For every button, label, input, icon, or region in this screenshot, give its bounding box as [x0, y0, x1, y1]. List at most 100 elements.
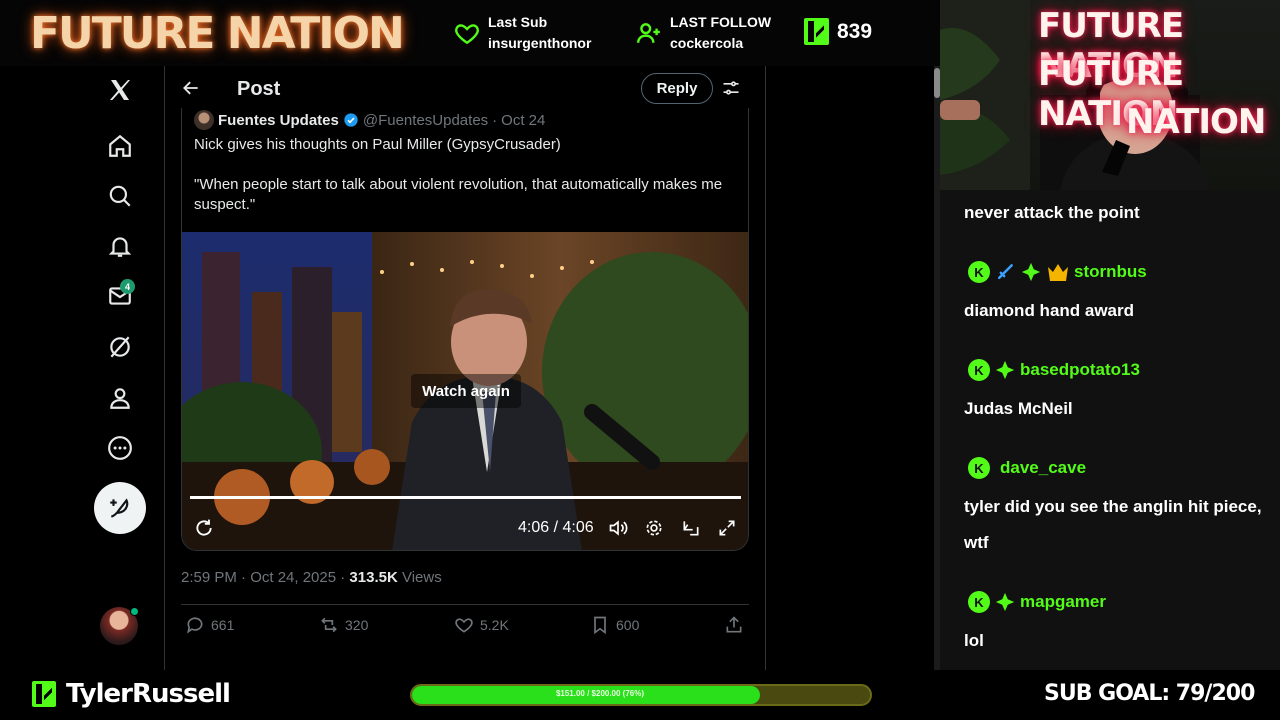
compose-icon [110, 498, 129, 518]
replay-icon[interactable] [194, 518, 214, 538]
x-logo-icon[interactable] [105, 75, 135, 105]
chat-message-text: tyler did you see the anglin hit piece, … [964, 497, 1262, 552]
chat-username[interactable]: mapgamer [1020, 592, 1106, 612]
share-icon [726, 616, 742, 633]
quoted-author-name[interactable]: Fuentes Updates [218, 112, 339, 129]
post-timestamp[interactable]: 2:59 PM · Oct 24, 2025 · [181, 569, 349, 586]
like-action[interactable]: 5.2K [454, 615, 509, 635]
views-count: 313.5K [349, 569, 398, 586]
channel-name: TylerRussell [66, 679, 231, 709]
notifications-icon[interactable] [105, 231, 135, 261]
kick-badge-icon: K [968, 359, 990, 381]
messages-badge: 4 [120, 279, 135, 294]
settings-gear-icon[interactable] [644, 518, 664, 538]
post-meta: 2:59 PM · Oct 24, 2025 · 313.5K Views [181, 569, 442, 586]
brand-logo: FUTURE NATION [30, 8, 405, 59]
quoted-post-text-line-1: Nick gives his thoughts on Paul Miller (… [194, 136, 561, 153]
bookmark-count: 600 [616, 617, 640, 633]
share-action[interactable] [724, 615, 744, 635]
kick-logo-icon [32, 681, 56, 707]
kick-follower-count: 839 [804, 18, 872, 45]
last-sub-widget: Last Sub insurgenthonor [454, 12, 591, 54]
last-follow-label: LAST FOLLOW [670, 14, 772, 30]
compose-button[interactable] [94, 482, 146, 534]
like-heart-icon [455, 618, 473, 633]
donation-goal-bar: $151.00 / $200.00 (76%) [410, 684, 872, 706]
x-app: 4 Post Reply Fuentes Updates @FuentesUpd… [0, 66, 940, 670]
reply-action[interactable]: 661 [185, 615, 234, 635]
reply-count: 661 [211, 617, 235, 633]
bookmark-icon [594, 616, 606, 635]
chat-message-text: lol [964, 631, 984, 650]
chat-message-text: Judas McNeil [964, 399, 1073, 418]
fullscreen-icon[interactable] [717, 518, 737, 538]
heart-icon [455, 24, 479, 45]
chat-username-row: K mapgamer [968, 591, 1106, 613]
views-label: Views [397, 569, 442, 586]
quoted-post-date[interactable]: Oct 24 [501, 112, 545, 129]
reply-settings-icon[interactable] [721, 78, 741, 98]
stream-bottom-bar: TylerRussell $151.00 / $200.00 (76%) SUB… [0, 670, 1280, 720]
chat-message-text: diamond hand award [964, 301, 1135, 320]
quoted-author-handle[interactable]: @FuentesUpdates [363, 112, 488, 129]
home-icon[interactable] [105, 131, 135, 161]
reply-button[interactable]: Reply [641, 73, 713, 104]
chat-username[interactable]: dave_cave [1000, 458, 1086, 478]
stream-top-bar: FUTURE NATION Last Sub insurgenthonor LA… [0, 0, 940, 66]
post-header: Post Reply [165, 66, 765, 112]
dock-video-icon[interactable] [681, 518, 701, 538]
grok-icon[interactable] [105, 332, 135, 362]
more-icon[interactable] [105, 433, 135, 463]
chat-username-row: K dave_cave [968, 457, 1086, 479]
bookmark-action[interactable]: 600 [590, 615, 639, 635]
watch-again-label[interactable]: Watch again [411, 374, 521, 408]
kick-badge-icon: K [968, 261, 990, 283]
quoted-author-avatar[interactable] [194, 110, 214, 130]
crown-badge-icon [1048, 264, 1068, 281]
page-title: Post [237, 78, 281, 100]
last-follow-name: cockercola [670, 35, 744, 51]
post-actions: 661 320 5.2K 600 [181, 615, 749, 641]
x-left-nav: 4 [0, 66, 165, 670]
volume-icon[interactable] [608, 518, 628, 538]
separator-dot: · [492, 111, 498, 129]
quoted-post-header: Fuentes Updates @FuentesUpdates · Oct 24 [194, 110, 545, 130]
video-progress-bar[interactable] [190, 496, 741, 499]
chat-username-row: K basedpotato13 [968, 359, 1140, 381]
divider [181, 604, 749, 605]
search-icon[interactable] [105, 181, 135, 211]
last-follow-widget: LAST FOLLOW cockercola [636, 12, 771, 54]
chat-username-row: K stornbus [968, 261, 1147, 283]
right-sidebar [766, 66, 940, 670]
gem-badge-icon [995, 360, 1015, 380]
repost-count: 320 [345, 617, 369, 633]
chat-message-text: never attack the point [964, 203, 1140, 222]
verified-badge-icon [344, 113, 358, 127]
sub-goal-counter: SUB GOAL: 79/200 [1044, 681, 1255, 706]
profile-icon[interactable] [105, 383, 135, 413]
back-arrow-icon[interactable] [181, 78, 201, 98]
last-sub-name: insurgenthonor [488, 35, 592, 51]
video-time: 4:06 / 4:06 [518, 519, 594, 536]
quoted-post-text-line-2: "When people start to talk about violent… [194, 176, 723, 213]
user-plus-icon [636, 23, 660, 43]
quoted-post[interactable]: Fuentes Updates @FuentesUpdates · Oct 24… [181, 108, 749, 551]
chat-panel: never attack the point K stornbus diamon… [940, 190, 1280, 670]
last-sub-label: Last Sub [488, 14, 548, 30]
stream-layout: FUTURE NATION Last Sub insurgenthonor LA… [0, 0, 1280, 720]
webcam-feed: FUTURE NATION FUTURE NATION NATION [940, 0, 1280, 190]
neon-sign-line-3: NATION [1126, 102, 1266, 142]
reply-icon [187, 617, 203, 634]
chat-username[interactable]: basedpotato13 [1020, 360, 1140, 380]
chat-username[interactable]: stornbus [1074, 262, 1147, 282]
repost-action[interactable]: 320 [319, 615, 368, 635]
kick-count-value: 839 [837, 19, 873, 43]
like-count: 5.2K [480, 617, 509, 633]
gem-badge-icon [995, 592, 1015, 612]
kick-logo-icon [804, 18, 829, 45]
repost-icon [321, 617, 337, 633]
video-player[interactable]: Watch again 4:06 / 4:06 [182, 232, 748, 550]
donation-goal-text: $151.00 / $200.00 (76%) [555, 689, 645, 698]
post-column: Post Reply Fuentes Updates @FuentesUpdat… [165, 66, 766, 670]
sword-badge-icon [994, 261, 1016, 283]
